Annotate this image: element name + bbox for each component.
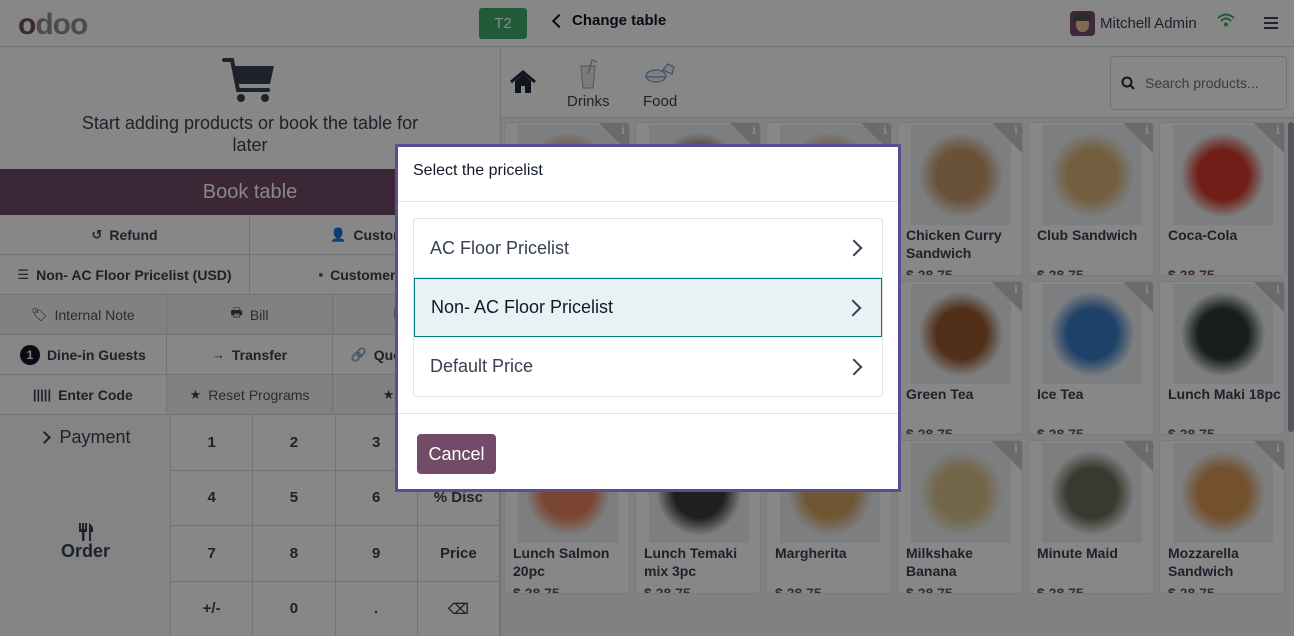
cancel-button[interactable]: Cancel bbox=[417, 434, 496, 474]
chevron-right-icon bbox=[844, 299, 862, 316]
pricelist-option-non-ac-floor[interactable]: Non- AC Floor Pricelist bbox=[414, 278, 882, 337]
dialog-body: AC Floor Pricelist Non- AC Floor Priceli… bbox=[398, 202, 898, 413]
chevron-right-icon bbox=[845, 239, 863, 257]
pricelist-option-default[interactable]: Default Price bbox=[414, 337, 882, 396]
pricelist-option-ac-floor[interactable]: AC Floor Pricelist bbox=[414, 219, 882, 278]
pricelist-options: AC Floor Pricelist Non- AC Floor Priceli… bbox=[413, 218, 883, 397]
pricelist-dialog: Select the pricelist AC Floor Pricelist … bbox=[395, 144, 901, 492]
chevron-right-icon bbox=[845, 358, 863, 375]
dialog-title: Select the pricelist bbox=[398, 147, 898, 202]
dialog-footer: Cancel bbox=[398, 413, 898, 494]
